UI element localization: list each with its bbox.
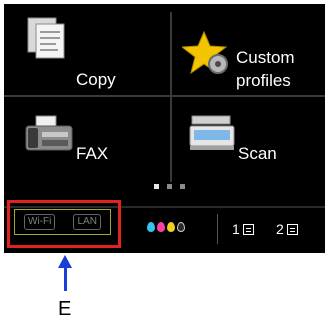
fax-label: FAX <box>76 144 109 163</box>
ink-drop-black <box>177 222 185 232</box>
arrow-shaft <box>64 265 67 291</box>
callout-label: E <box>58 298 72 320</box>
custom-profiles-tile[interactable]: Custom profiles <box>172 8 325 92</box>
fax-machine-icon <box>24 114 74 161</box>
scan-label: Scan <box>238 144 277 163</box>
paper-tray-2[interactable]: 2 <box>276 221 298 237</box>
page-indicator <box>154 184 185 189</box>
ink-drop-magenta <box>157 222 165 232</box>
ink-drop-cyan <box>147 222 155 232</box>
ink-drop-yellow <box>167 222 175 232</box>
ink-drops-icon <box>147 222 185 232</box>
highlight-frame <box>7 200 121 248</box>
scan-tile[interactable]: Scan <box>172 100 325 184</box>
copy-label: Copy <box>76 70 116 89</box>
fax-tile[interactable]: FAX <box>4 100 169 184</box>
status-separator <box>217 214 218 244</box>
tray-1-number: 1 <box>232 221 240 237</box>
document-copy-icon <box>26 16 68 65</box>
custom-profiles-label-line2: profiles <box>236 71 291 90</box>
page-dot <box>180 184 185 189</box>
page-dot <box>154 184 159 189</box>
paper-tray-icon <box>286 223 298 235</box>
star-gear-icon <box>180 30 232 83</box>
page-dot <box>167 184 172 189</box>
scanner-icon <box>188 114 236 159</box>
paper-tray-icon <box>242 223 254 235</box>
custom-profiles-label-line1: Custom <box>236 48 295 67</box>
paper-tray-1[interactable]: 1 <box>232 221 254 237</box>
tray-2-number: 2 <box>276 221 284 237</box>
tile-divider-horizontal <box>4 95 325 97</box>
copy-tile[interactable]: Copy <box>4 8 169 92</box>
